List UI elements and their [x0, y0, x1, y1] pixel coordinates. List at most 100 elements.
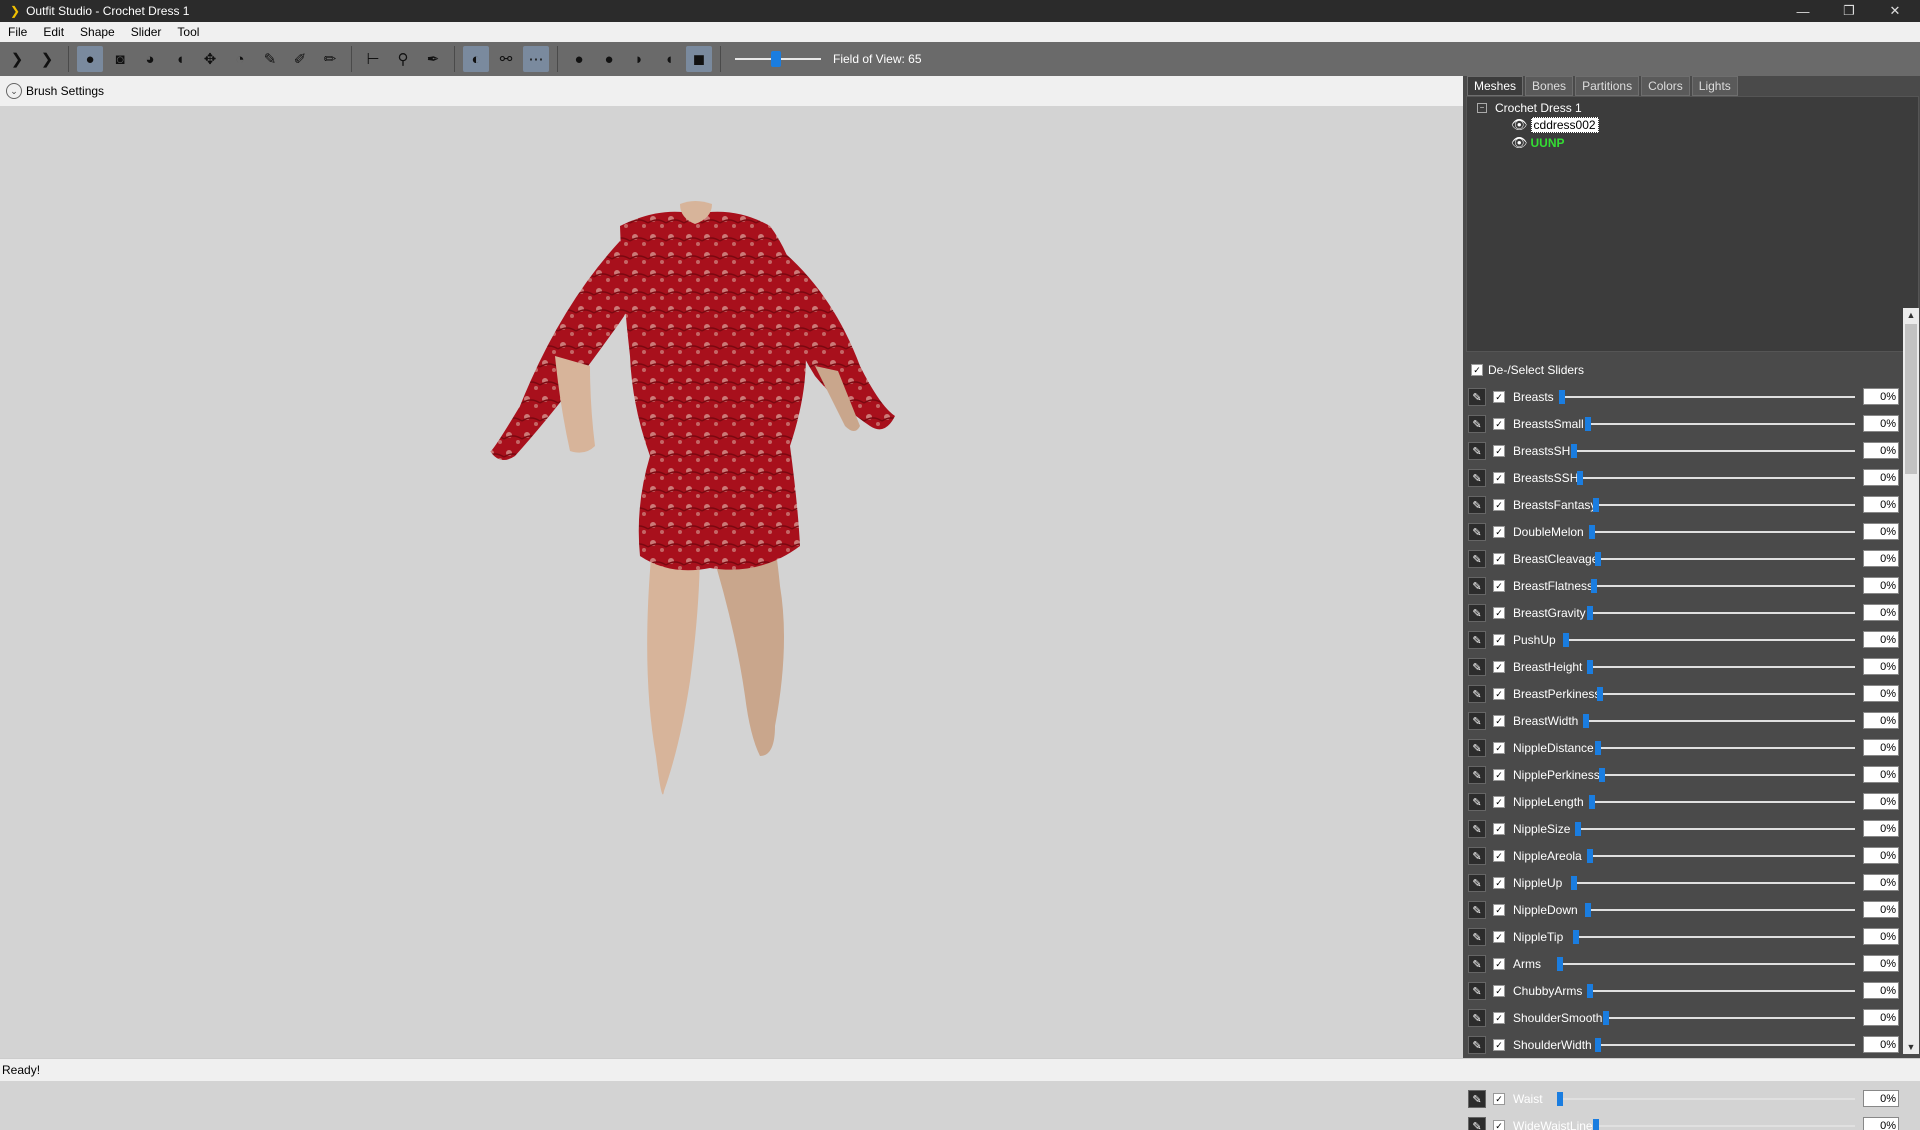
deselect-sliders[interactable]: ✓ De-/Select Sliders	[1463, 358, 1920, 382]
slider-track[interactable]	[1585, 903, 1855, 917]
slider-thumb[interactable]	[1587, 984, 1593, 998]
alpha-brush-icon[interactable]: ✏	[317, 46, 343, 72]
edit-slider-icon[interactable]: ✎	[1468, 415, 1486, 433]
slider-checkbox[interactable]: ✓	[1493, 904, 1505, 916]
tab-partitions[interactable]: Partitions	[1575, 76, 1640, 96]
viewport-canvas[interactable]	[0, 106, 1463, 1058]
slider-track[interactable]	[1587, 849, 1855, 863]
slider-value[interactable]: 0%	[1863, 442, 1899, 459]
scroll-down-icon[interactable]: ▼	[1903, 1040, 1919, 1054]
slider-thumb[interactable]	[1571, 444, 1577, 458]
slider-value[interactable]: 0%	[1863, 469, 1899, 486]
slider-track[interactable]	[1587, 660, 1855, 674]
menu-edit[interactable]: Edit	[35, 25, 72, 39]
slider-value[interactable]: 0%	[1863, 685, 1899, 702]
slider-thumb[interactable]	[1593, 498, 1599, 512]
slider-track[interactable]	[1563, 633, 1855, 647]
slider-checkbox[interactable]: ✓	[1493, 607, 1505, 619]
fov-slider-thumb[interactable]	[771, 51, 781, 67]
slider-value[interactable]: 0%	[1863, 577, 1899, 594]
collapse-vertex-icon[interactable]: ⊢	[360, 46, 386, 72]
edit-slider-icon[interactable]: ✎	[1468, 820, 1486, 838]
slider-checkbox[interactable]: ✓	[1493, 742, 1505, 754]
slider-checkbox[interactable]: ✓	[1493, 877, 1505, 889]
slider-checkbox[interactable]: ✓	[1493, 985, 1505, 997]
front-view-icon[interactable]: ●	[566, 46, 592, 72]
edit-slider-icon[interactable]: ✎	[1468, 739, 1486, 757]
left-view-icon[interactable]: ◗	[626, 46, 652, 72]
slider-checkbox[interactable]: ✓	[1493, 1120, 1505, 1130]
edit-slider-icon[interactable]: ✎	[1468, 523, 1486, 541]
slider-value[interactable]: 0%	[1863, 1009, 1899, 1026]
slider-checkbox[interactable]: ✓	[1493, 499, 1505, 511]
slider-value[interactable]: 0%	[1863, 388, 1899, 405]
slider-checkbox[interactable]: ✓	[1493, 526, 1505, 538]
slider-checkbox[interactable]: ✓	[1493, 769, 1505, 781]
slider-track[interactable]	[1587, 984, 1855, 998]
slider-checkbox[interactable]: ✓	[1493, 958, 1505, 970]
slider-value[interactable]: 0%	[1863, 658, 1899, 675]
pin-icon[interactable]: ⚲	[390, 46, 416, 72]
menu-shape[interactable]: Shape	[72, 25, 123, 39]
eye-icon[interactable]: 👁	[1511, 117, 1528, 133]
slider-thumb[interactable]	[1557, 1092, 1563, 1106]
slider-value[interactable]: 0%	[1863, 1036, 1899, 1053]
slider-thumb[interactable]	[1575, 822, 1581, 836]
slider-checkbox[interactable]: ✓	[1493, 823, 1505, 835]
edit-slider-icon[interactable]: ✎	[1468, 604, 1486, 622]
edit-slider-icon[interactable]: ✎	[1468, 388, 1486, 406]
brush-settings-bar[interactable]: ⌄ Brush Settings	[0, 76, 1463, 106]
slider-checkbox[interactable]: ✓	[1493, 715, 1505, 727]
edit-slider-icon[interactable]: ✎	[1468, 442, 1486, 460]
mask-brush-icon[interactable]: ◙	[107, 46, 133, 72]
slider-value[interactable]: 0%	[1863, 712, 1899, 729]
slider-value[interactable]: 0%	[1863, 901, 1899, 918]
tab-bones[interactable]: Bones	[1525, 76, 1574, 96]
slider-checkbox[interactable]: ✓	[1493, 796, 1505, 808]
slider-value[interactable]: 0%	[1863, 604, 1899, 621]
slider-track[interactable]	[1577, 471, 1855, 485]
slider-value[interactable]: 0%	[1863, 550, 1899, 567]
slider-track[interactable]	[1593, 498, 1855, 512]
slider-track[interactable]	[1571, 444, 1855, 458]
edit-slider-icon[interactable]: ✎	[1468, 577, 1486, 595]
slider-track[interactable]	[1603, 1011, 1855, 1025]
slider-value[interactable]: 0%	[1863, 928, 1899, 945]
scrollbar-thumb[interactable]	[1905, 324, 1917, 474]
slider-thumb[interactable]	[1595, 552, 1601, 566]
edit-slider-icon[interactable]: ✎	[1468, 469, 1486, 487]
slider-thumb[interactable]	[1593, 1119, 1599, 1130]
edit-slider-icon[interactable]: ✎	[1468, 847, 1486, 865]
slider-track[interactable]	[1583, 714, 1855, 728]
slider-value[interactable]: 0%	[1863, 793, 1899, 810]
slider-checkbox[interactable]: ✓	[1493, 850, 1505, 862]
minimize-icon[interactable]: —	[1780, 0, 1826, 22]
slider-track[interactable]	[1597, 687, 1855, 701]
slider-thumb[interactable]	[1603, 1011, 1609, 1025]
slider-value[interactable]: 0%	[1863, 523, 1899, 540]
slider-value[interactable]: 0%	[1863, 415, 1899, 432]
slider-thumb[interactable]	[1595, 741, 1601, 755]
slider-checkbox[interactable]: ✓	[1493, 472, 1505, 484]
slider-track[interactable]	[1599, 768, 1855, 782]
back-view-icon[interactable]: ●	[596, 46, 622, 72]
slider-thumb[interactable]	[1585, 903, 1591, 917]
slider-value[interactable]: 0%	[1863, 1090, 1899, 1107]
slider-thumb[interactable]	[1591, 579, 1597, 593]
close-icon[interactable]: ✕	[1872, 0, 1918, 22]
slider-value[interactable]: 0%	[1863, 820, 1899, 837]
edit-slider-icon[interactable]: ✎	[1468, 928, 1486, 946]
slider-checkbox[interactable]: ✓	[1493, 580, 1505, 592]
slider-track[interactable]	[1559, 390, 1855, 404]
slider-thumb[interactable]	[1599, 768, 1605, 782]
slider-thumb[interactable]	[1585, 417, 1591, 431]
weight-brush-icon[interactable]: ✎	[257, 46, 283, 72]
edit-slider-icon[interactable]: ✎	[1468, 685, 1486, 703]
slider-value[interactable]: 0%	[1863, 496, 1899, 513]
edit-slider-icon[interactable]: ✎	[1468, 658, 1486, 676]
deselect-checkbox[interactable]: ✓	[1471, 364, 1483, 376]
slider-checkbox[interactable]: ✓	[1493, 661, 1505, 673]
edit-slider-icon[interactable]: ✎	[1468, 1036, 1486, 1054]
inflate-brush-icon[interactable]: ◕	[137, 46, 163, 72]
slider-checkbox[interactable]: ✓	[1493, 391, 1505, 403]
